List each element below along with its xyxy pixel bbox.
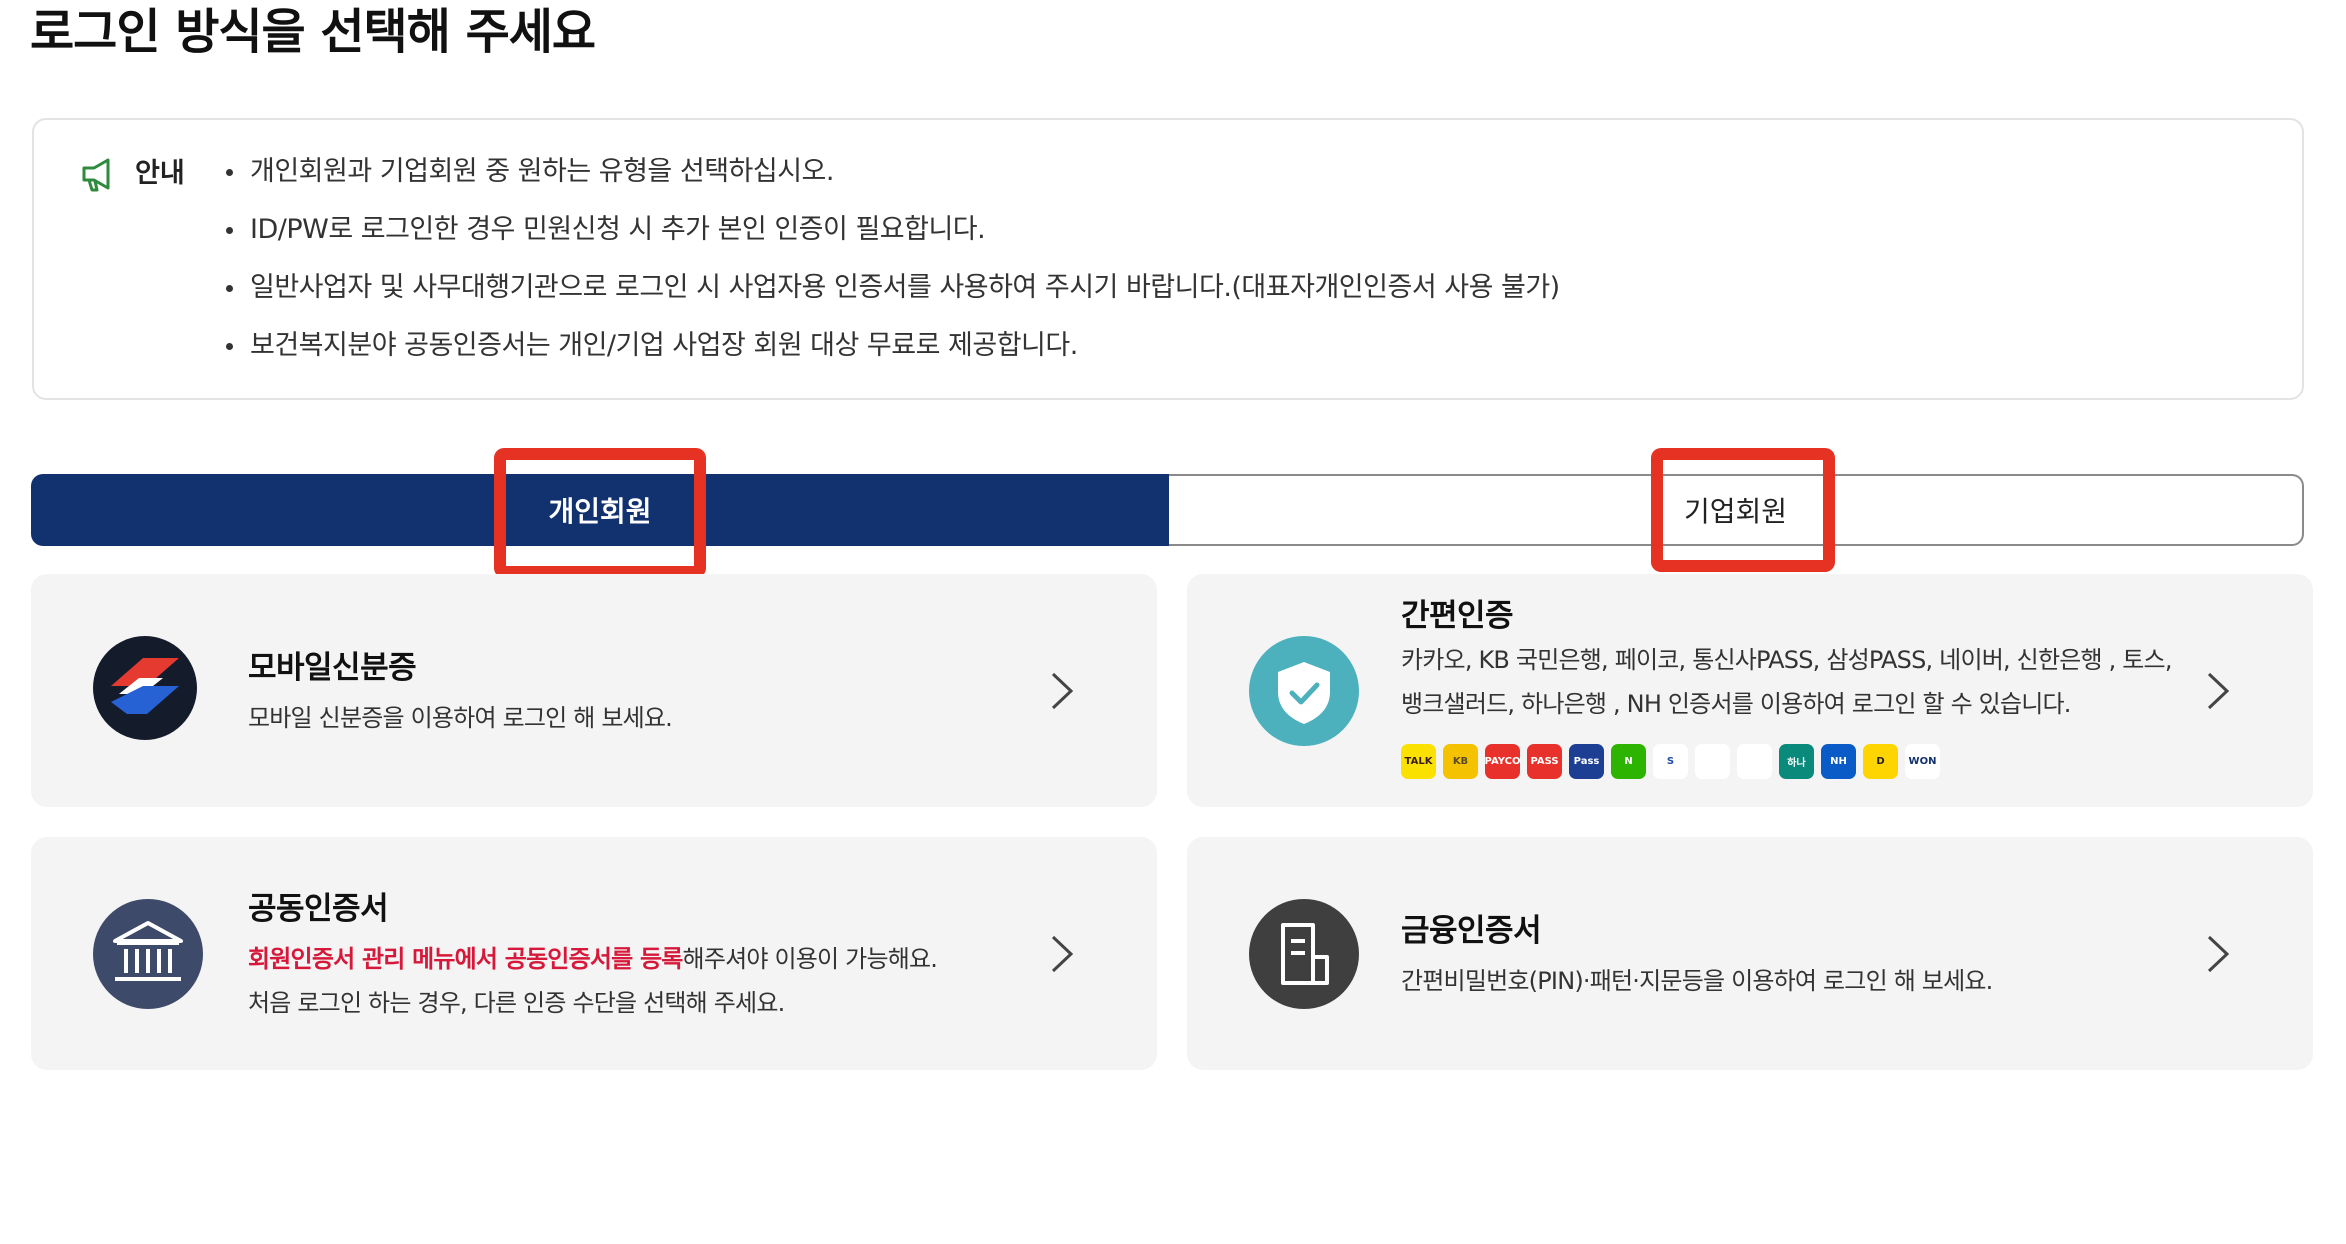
- card-financial-cert[interactable]: 금융인증서 간편비밀번호(PIN)·패턴·지문등을 이용하여 로그인 해 보세요…: [1187, 837, 2313, 1070]
- register-cert-notice: 회원인증서 관리 메뉴에서 공동인증서를 등록: [248, 945, 683, 973]
- notice-item: 개인회원과 기업회원 중 원하는 유형을 선택하십시오.: [226, 152, 1560, 210]
- card-desc-line1: 카카오, KB 국민은행, 페이코, 통신사PASS, 삼성PASS, 네이버,…: [1401, 646, 2172, 674]
- auth-provider-logos: TALK KB PAYCO PASS Pass N S 하나 NH D WON: [1401, 744, 1940, 779]
- auth-provider-logo: PASS: [1527, 744, 1562, 779]
- auth-provider-logo: [1695, 744, 1730, 779]
- notice-item: ID/PW로 로그인한 경우 민원신청 시 추가 본인 인증이 필요합니다.: [226, 210, 1560, 268]
- card-desc: 모바일 신분증을 이용하여 로그인 해 보세요.: [248, 704, 673, 732]
- notice-list: 개인회원과 기업회원 중 원하는 유형을 선택하십시오. ID/PW로 로그인한…: [226, 152, 1560, 384]
- megaphone-icon: [82, 158, 110, 192]
- tab-personal[interactable]: 개인회원: [31, 474, 1169, 546]
- card-desc-line1: 회원인증서 관리 메뉴에서 공동인증서를 등록해주셔야 이용이 가능해요.: [248, 937, 938, 981]
- auth-provider-logo: PAYCO: [1485, 744, 1520, 779]
- card-title: 모바일신분증: [248, 650, 417, 686]
- auth-provider-logo: TALK: [1401, 744, 1436, 779]
- tab-business[interactable]: 기업회원: [1169, 474, 2304, 546]
- card-mobile-id[interactable]: 모바일신분증 모바일 신분증을 이용하여 로그인 해 보세요.: [31, 574, 1157, 807]
- notice-box: 안내 개인회원과 기업회원 중 원하는 유형을 선택하십시오. ID/PW로 로…: [32, 118, 2304, 400]
- card-title: 간편인증: [1401, 598, 1514, 634]
- chevron-right-icon: [2207, 672, 2230, 710]
- auth-provider-logo: 하나: [1779, 744, 1814, 779]
- auth-provider-logo: D: [1863, 744, 1898, 779]
- notice-label: 안내: [135, 158, 185, 189]
- card-joint-cert[interactable]: 공동인증서 회원인증서 관리 메뉴에서 공동인증서를 등록해주셔야 이용이 가능…: [31, 837, 1157, 1070]
- notice-item: 보건복지분야 공동인증서는 개인/기업 사업장 회원 대상 무료로 제공합니다.: [226, 326, 1560, 384]
- card-desc-rest: 해주셔야 이용이 가능해요.: [682, 945, 938, 973]
- card-title: 금융인증서: [1401, 913, 1542, 949]
- mobile-id-icon: [93, 636, 197, 740]
- auth-provider-logo: N: [1611, 744, 1646, 779]
- card-title: 공동인증서: [248, 891, 389, 927]
- bank-building-icon: [93, 899, 203, 1009]
- auth-provider-logo: Pass: [1569, 744, 1604, 779]
- auth-provider-logo: S: [1653, 744, 1688, 779]
- auth-provider-logo: NH: [1821, 744, 1856, 779]
- notice-item: 일반사업자 및 사무대행기관으로 로그인 시 사업자용 인증서를 사용하여 주시…: [226, 268, 1560, 326]
- chevron-right-icon: [1051, 935, 1074, 973]
- auth-provider-logo: KB: [1443, 744, 1478, 779]
- chevron-right-icon: [2207, 935, 2230, 973]
- auth-provider-logo: [1737, 744, 1772, 779]
- shield-check-icon: [1249, 636, 1359, 746]
- card-desc-line2: 처음 로그인 하는 경우, 다른 인증 수단을 선택해 주세요.: [248, 989, 785, 1017]
- document-icon: [1249, 899, 1359, 1009]
- auth-provider-logo: WON: [1905, 744, 1940, 779]
- card-desc-line2: 뱅크샐러드, 하나은행 , NH 인증서를 이용하여 로그인 할 수 있습니다.: [1401, 690, 2071, 718]
- chevron-right-icon: [1051, 672, 1074, 710]
- card-desc: 간편비밀번호(PIN)·패턴·지문등을 이용하여 로그인 해 보세요.: [1401, 967, 1993, 995]
- page-title: 로그인 방식을 선택해 주세요: [30, 4, 596, 60]
